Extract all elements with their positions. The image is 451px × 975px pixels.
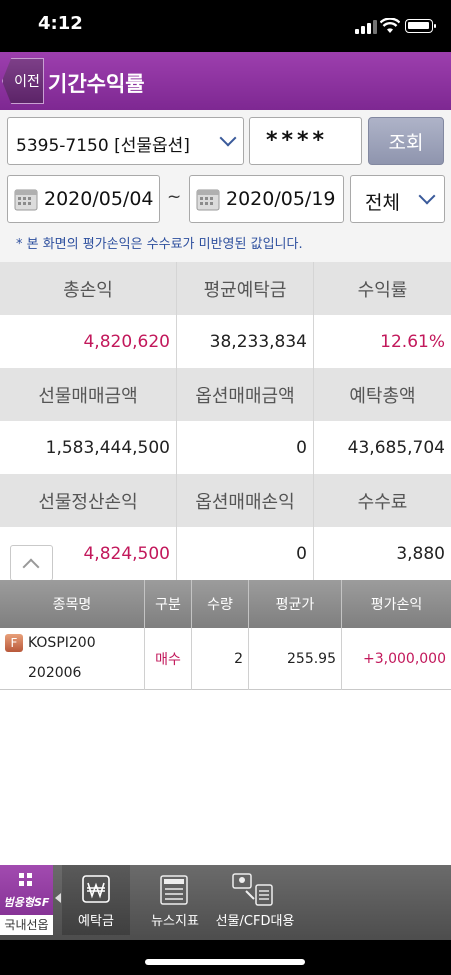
won-icon bbox=[82, 875, 110, 903]
calendar-icon bbox=[14, 189, 38, 211]
summary-value: 4,820,620 bbox=[0, 315, 176, 368]
summary-value: 1,583,444,500 bbox=[0, 421, 176, 474]
home-indicator[interactable] bbox=[145, 959, 305, 965]
summary-table: 총손익 평균예탁금 수익률 4,820,620 38,233,834 12.61… bbox=[0, 262, 451, 580]
signal-icon bbox=[355, 20, 377, 34]
column-header: 종목명 bbox=[0, 580, 145, 628]
document-icon bbox=[232, 873, 273, 906]
start-date-value: 2020/05/04 bbox=[44, 188, 154, 210]
battery-icon bbox=[405, 19, 436, 33]
summary-value: 38,233,834 bbox=[177, 315, 313, 368]
tab-label: 선물/CFD대용 bbox=[215, 914, 295, 929]
status-bar: 4:12 bbox=[0, 0, 451, 52]
home-indicator-area bbox=[0, 940, 451, 975]
pnl-cell: +3,000,000 bbox=[363, 651, 446, 667]
brand-menu-button[interactable]: 범용형SF 국내선옵 bbox=[0, 865, 53, 935]
futures-badge-icon: F bbox=[5, 634, 23, 652]
column-header: 평가손익 bbox=[370, 597, 423, 613]
date-separator: ~ bbox=[167, 187, 182, 207]
summary-header: 옵션매매손익 bbox=[177, 474, 313, 527]
filter-value: 전체 bbox=[365, 192, 400, 214]
instrument-name: KOSPI200 bbox=[28, 635, 96, 651]
summary-value: 0 bbox=[177, 527, 313, 580]
summary-header: 예탁총액 bbox=[314, 368, 451, 421]
instrument-cell: F KOSPI200 202006 bbox=[0, 628, 145, 690]
summary-value: 0 bbox=[177, 421, 313, 474]
summary-header: 선물정산손익 bbox=[0, 474, 176, 527]
news-icon bbox=[160, 875, 188, 905]
column-header: 구분 bbox=[145, 580, 192, 628]
summary-header: 수수료 bbox=[314, 474, 451, 527]
account-value: 5395-7150 [선물옵션] bbox=[16, 136, 190, 156]
end-date-value: 2020/05/19 bbox=[226, 188, 336, 210]
column-header: 평균가 bbox=[249, 580, 342, 628]
tab-label: 예탁금 bbox=[78, 914, 114, 929]
tab-news[interactable]: 뉴스지표 bbox=[140, 865, 210, 935]
bottom-tab-bar: 범용형SF 국내선옵 예탁금 뉴스지표 선물/CFD대용 bbox=[0, 865, 451, 940]
positions-header: 종목명 구분 수량 평균가 평가손익 bbox=[0, 580, 451, 628]
query-button[interactable]: 조회 bbox=[368, 117, 444, 165]
summary-header: 옵션매매금액 bbox=[177, 368, 313, 421]
summary-header: 총손익 bbox=[0, 262, 176, 315]
chevron-down-icon bbox=[418, 187, 436, 205]
side-cell: 매수 bbox=[145, 628, 192, 690]
fee-note: * 본 화면의 평가손익은 수수료가 미반영된 값입니다. bbox=[16, 237, 303, 252]
divider bbox=[176, 262, 177, 580]
collapse-button[interactable] bbox=[10, 545, 53, 581]
instrument-code: 202006 bbox=[28, 665, 82, 681]
password-mask: **** bbox=[266, 128, 329, 153]
filter-select[interactable]: 전체 bbox=[350, 175, 445, 223]
summary-header: 수익률 bbox=[314, 262, 451, 315]
password-field[interactable]: **** bbox=[249, 117, 362, 165]
tab-deposit[interactable]: 예탁금 bbox=[62, 865, 130, 935]
wifi-icon bbox=[380, 18, 400, 33]
caret-left-icon bbox=[55, 893, 61, 903]
brand-name: 범용형SF bbox=[3, 896, 50, 909]
summary-header: 평균예탁금 bbox=[177, 262, 313, 315]
summary-header: 선물매매금액 bbox=[0, 368, 176, 421]
tab-futures-cfd[interactable]: 선물/CFD대용 bbox=[215, 865, 295, 935]
summary-value: 43,685,704 bbox=[314, 421, 451, 474]
grid-menu-icon bbox=[19, 873, 32, 886]
empty-area bbox=[0, 690, 451, 865]
end-date-field[interactable]: 2020/05/19 bbox=[189, 175, 344, 223]
chevron-down-icon bbox=[219, 129, 237, 147]
status-time: 4:12 bbox=[38, 13, 83, 34]
tab-label: 뉴스지표 bbox=[151, 914, 199, 929]
start-date-field[interactable]: 2020/05/04 bbox=[7, 175, 160, 223]
chevron-up-icon bbox=[22, 558, 40, 576]
avg-price-cell: 255.95 bbox=[249, 628, 342, 690]
account-select[interactable]: 5395-7150 [선물옵션] bbox=[7, 117, 244, 165]
calendar-icon bbox=[196, 189, 220, 211]
table-row[interactable]: F KOSPI200 202006 매수 2 255.95 +3,000,000 bbox=[0, 628, 451, 690]
page-title: 기간수익률 bbox=[48, 72, 145, 96]
column-header: 수량 bbox=[192, 580, 249, 628]
quantity-cell: 2 bbox=[192, 628, 249, 690]
summary-value: 12.61% bbox=[314, 315, 451, 368]
summary-value: 3,880 bbox=[314, 527, 451, 580]
brand-subtitle: 국내선옵 bbox=[0, 915, 53, 935]
divider bbox=[313, 262, 314, 580]
